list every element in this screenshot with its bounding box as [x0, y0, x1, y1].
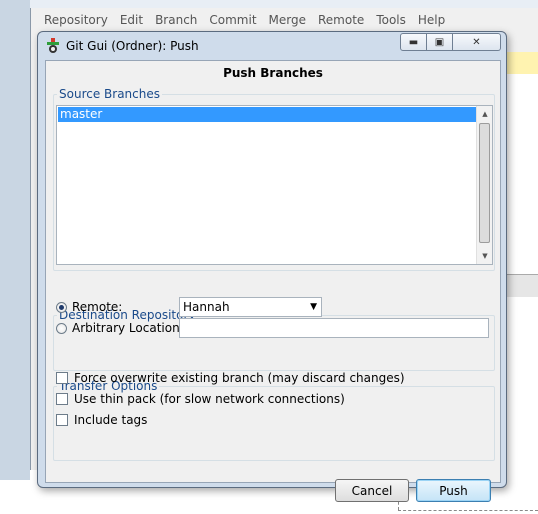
- menu-help[interactable]: Help: [412, 13, 451, 27]
- thin-pack-checkbox[interactable]: [56, 393, 68, 405]
- menu-merge[interactable]: Merge: [263, 13, 312, 27]
- push-button[interactable]: Push: [416, 479, 491, 502]
- background-desktop: [0, 0, 538, 8]
- menu-commit[interactable]: Commit: [203, 13, 262, 27]
- remote-option[interactable]: Remote:: [56, 298, 122, 316]
- source-branches-legend: Source Branches: [59, 87, 160, 101]
- focus-outline-bottom: [398, 510, 538, 511]
- force-overwrite-checkbox[interactable]: [56, 372, 68, 384]
- minimize-button[interactable]: ▬: [400, 33, 427, 51]
- arbitrary-location-option[interactable]: Arbitrary Location:: [56, 319, 184, 337]
- close-icon: ✕: [472, 36, 481, 48]
- dialog-titlebar[interactable]: Git Gui (Ordner): Push ▬ ▣ ✕: [38, 32, 506, 60]
- dropdown-arrow-icon: ▼: [310, 302, 317, 312]
- scroll-thumb[interactable]: [479, 123, 490, 243]
- thin-pack-option[interactable]: Use thin pack (for slow network connecti…: [56, 390, 345, 408]
- parent-commit-pane: [506, 297, 538, 472]
- scroll-down-icon[interactable]: ▼: [477, 248, 493, 264]
- maximize-icon: ▣: [434, 36, 445, 48]
- force-overwrite-label: Force overwrite existing branch (may dis…: [74, 371, 405, 385]
- source-branches-list[interactable]: master ▲ ▼: [56, 105, 493, 265]
- menu-remote[interactable]: Remote: [312, 13, 370, 27]
- dialog-title: Git Gui (Ordner): Push: [66, 39, 199, 53]
- force-overwrite-option[interactable]: Force overwrite existing branch (may dis…: [56, 369, 405, 387]
- source-branches-group: Source Branches master ▲ ▼: [53, 87, 495, 271]
- scroll-up-icon[interactable]: ▲: [477, 106, 493, 122]
- remote-select-value: Hannah: [183, 300, 230, 314]
- maximize-button[interactable]: ▣: [427, 33, 453, 51]
- minimize-icon: ▬: [408, 36, 419, 48]
- remote-select[interactable]: Hannah ▼: [179, 297, 322, 317]
- branch-item-master[interactable]: master: [58, 107, 476, 122]
- include-tags-label: Include tags: [74, 413, 148, 427]
- parent-menubar: Repository Edit Branch Commit Merge Remo…: [38, 10, 538, 30]
- list-scrollbar[interactable]: ▲ ▼: [476, 106, 492, 264]
- menu-repository[interactable]: Repository: [38, 13, 114, 27]
- arbitrary-location-radio[interactable]: [56, 322, 67, 334]
- cancel-button[interactable]: Cancel: [335, 479, 409, 502]
- arbitrary-location-input[interactable]: [179, 318, 489, 338]
- remote-label: Remote:: [72, 300, 123, 314]
- parent-pane-header: [506, 274, 538, 298]
- push-dialog: Git Gui (Ordner): Push ▬ ▣ ✕ Push Branch…: [37, 31, 507, 502]
- menu-branch[interactable]: Branch: [149, 13, 203, 27]
- include-tags-checkbox[interactable]: [56, 414, 68, 426]
- menu-edit[interactable]: Edit: [114, 13, 149, 27]
- page-title: Push Branches: [223, 66, 323, 80]
- git-gui-icon: [47, 38, 59, 53]
- background-window-edge: [0, 0, 30, 480]
- remote-radio[interactable]: [56, 301, 67, 313]
- parent-diff-pane: [506, 74, 538, 274]
- arbitrary-location-label: Arbitrary Location:: [72, 321, 184, 335]
- close-button[interactable]: ✕: [453, 33, 501, 51]
- dialog-body: Push Branches Source Branches master ▲ ▼…: [45, 60, 501, 502]
- menu-tools[interactable]: Tools: [370, 13, 412, 27]
- thin-pack-label: Use thin pack (for slow network connecti…: [74, 392, 345, 406]
- include-tags-option[interactable]: Include tags: [56, 411, 147, 429]
